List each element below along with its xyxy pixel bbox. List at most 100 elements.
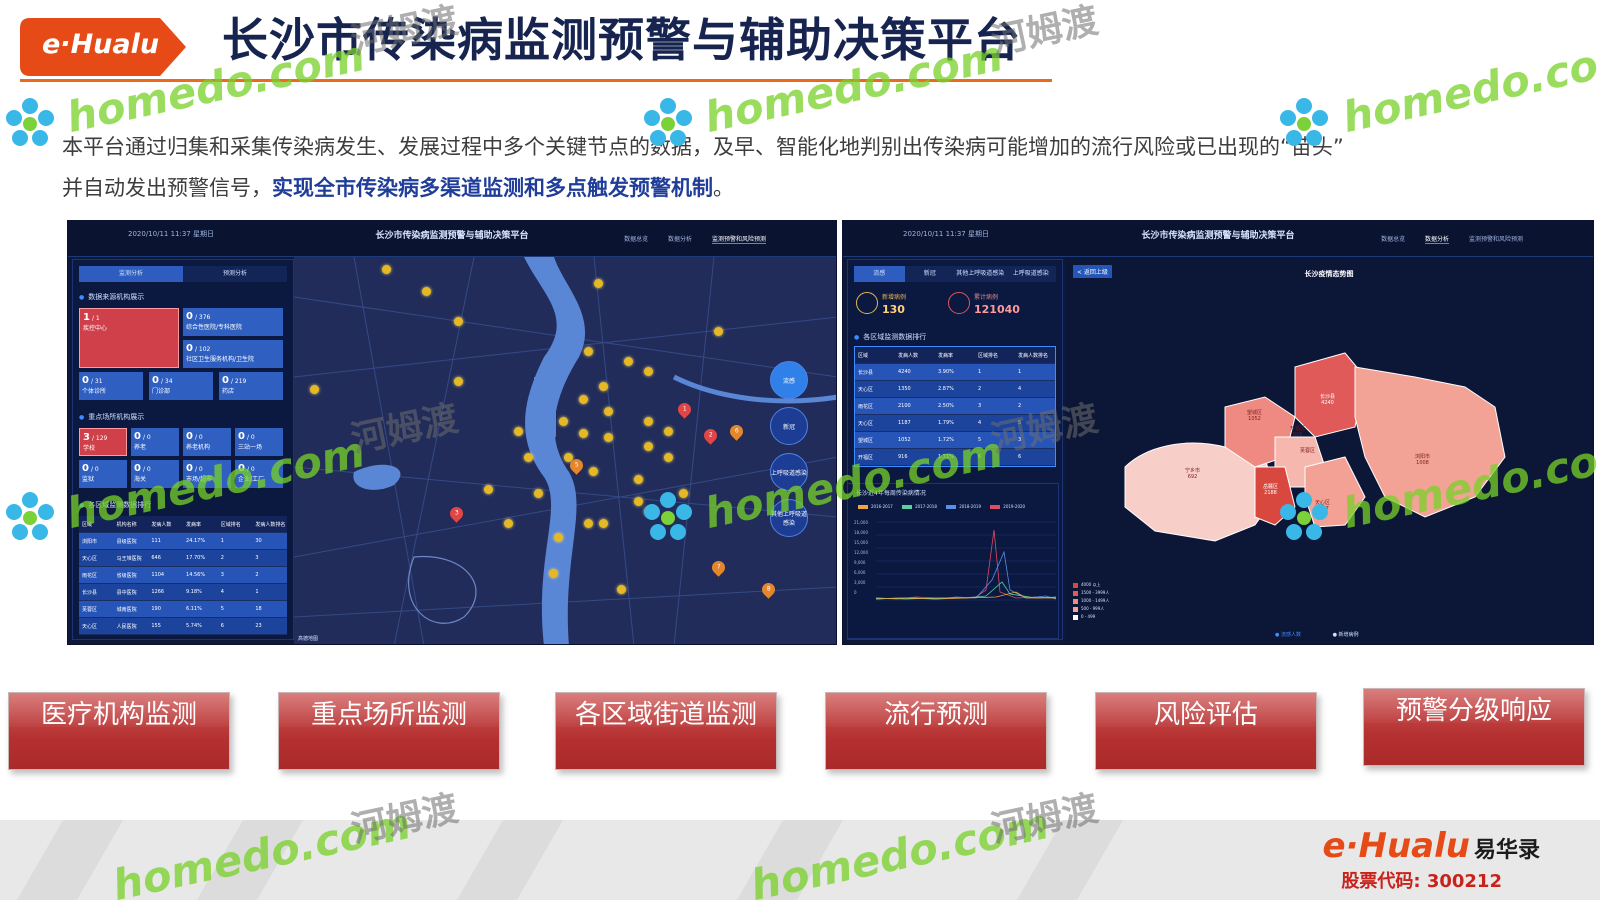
left-nav-item[interactable]: 数据总览	[624, 236, 648, 243]
map-point[interactable]	[454, 317, 463, 326]
map-point[interactable]	[554, 533, 563, 542]
table-row[interactable]: 雨花区 2100 2.50% 3 2	[855, 398, 1055, 415]
map-point[interactable]	[484, 485, 493, 494]
toggle-new-cases[interactable]: 新增病例	[1339, 632, 1359, 638]
table-cell: 155	[151, 623, 161, 629]
map-point[interactable]	[624, 357, 633, 366]
map-point[interactable]	[599, 382, 608, 391]
table-row[interactable]: 天心区 马王堆医院 646 17.70% 2 3	[79, 550, 287, 567]
map-point[interactable]	[454, 377, 463, 386]
tile-outpatient[interactable]: 0/ 34 门诊部	[149, 372, 213, 400]
map-point[interactable]	[514, 427, 523, 436]
tile-place[interactable]: 0/ 0 海关	[131, 460, 179, 488]
toggle-dot-icon: ●	[1275, 632, 1280, 638]
tab-predict[interactable]: 预测分析	[183, 266, 287, 282]
map-point[interactable]	[422, 287, 431, 296]
map-point[interactable]	[534, 489, 543, 498]
map-point[interactable]	[714, 327, 723, 336]
map-point[interactable]	[594, 279, 603, 288]
btn-risk-assessment[interactable]: 风险评估	[1095, 692, 1317, 770]
tile-place[interactable]: 0/ 0 三站一场	[235, 428, 283, 456]
map-pin-label: 3	[454, 510, 459, 518]
watermark-flower-icon	[6, 492, 54, 540]
table-row[interactable]: 浏阳市 县级医院 111 24.17% 1 30	[79, 533, 287, 550]
tile-place[interactable]: 0/ 0 企业/工厂	[235, 460, 283, 488]
map-point[interactable]	[604, 433, 613, 442]
tile-pharmacy[interactable]: 0/ 219 药店	[219, 372, 283, 400]
tile-cdc[interactable]: 1/ 1 疾控中心	[79, 308, 179, 368]
map-bottom-toggles: ● 流感人数 ● 新增病例	[1275, 631, 1359, 638]
left-nav-item[interactable]: 数据分析	[668, 236, 692, 243]
tile-place[interactable]: 0/ 0 监狱	[79, 460, 127, 488]
tab-flu[interactable]: 流感	[854, 266, 905, 282]
table-cell: 6	[220, 623, 224, 629]
right-nav-item-active[interactable]: 数据分析	[1425, 236, 1450, 244]
map-point[interactable]	[584, 519, 593, 528]
map-filter-uri[interactable]: 上呼吸道感染	[770, 453, 808, 491]
table-row[interactable]: 天心区 1187 1.79% 4 5	[855, 415, 1055, 432]
map-point[interactable]	[664, 453, 673, 462]
map-point[interactable]	[679, 489, 688, 498]
tab-covid[interactable]: 新冠	[905, 266, 956, 282]
map-point[interactable]	[504, 519, 513, 528]
map-point[interactable]	[634, 497, 643, 506]
btn-medical-institution-monitoring[interactable]: 医疗机构监测	[8, 692, 230, 770]
table-row[interactable]: 天心区 人民医院 155 5.74% 6 23	[79, 618, 287, 635]
btn-tiered-warning-response[interactable]: 预警分级响应	[1363, 688, 1585, 766]
map-point[interactable]	[644, 507, 653, 516]
tile-place[interactable]: 0/ 0 养老机构	[183, 428, 231, 456]
map-filter-flu[interactable]: 流感	[770, 361, 808, 399]
table-cell: 3	[1018, 437, 1022, 443]
right-choropleth-map[interactable]: 长沙疫情态势图 < 返回上级 宁乡市 692 望城区 1052 开福区 916 长沙县…	[1065, 257, 1593, 644]
table-row[interactable]: 长沙县 4240 3.90% 1 1	[855, 364, 1055, 381]
right-nav-item[interactable]: 监测预警和风险预测	[1469, 236, 1523, 243]
tile-place[interactable]: 0/ 0 市场/超市	[183, 460, 231, 488]
map-point[interactable]	[604, 407, 613, 416]
region-label: 天心区 1187	[1315, 499, 1330, 512]
table-row[interactable]: 天心区 1350 2.87% 2 4	[855, 381, 1055, 398]
btn-district-street-monitoring[interactable]: 各区域街道监测	[555, 692, 777, 770]
map-point[interactable]	[589, 467, 598, 476]
section-data-source: 数据来源机构展示	[79, 292, 144, 302]
map-point[interactable]	[664, 427, 673, 436]
map-point[interactable]	[644, 367, 653, 376]
map-point[interactable]	[549, 569, 558, 578]
map-filter-covid[interactable]: 新冠	[770, 407, 808, 445]
map-point[interactable]	[559, 417, 568, 426]
tile-place[interactable]: 0/ 0 养老	[131, 428, 179, 456]
map-point[interactable]	[524, 453, 533, 462]
btn-key-place-monitoring[interactable]: 重点场所监测	[278, 692, 500, 770]
table-header: 发病人数排名	[255, 521, 286, 528]
map-point[interactable]	[579, 429, 588, 438]
map-point[interactable]	[644, 442, 653, 451]
left-nav-item-active[interactable]: 监测预警和风险预测	[711, 236, 766, 244]
toggle-flu-count[interactable]: 流感人数	[1281, 632, 1301, 638]
title-underline	[20, 79, 1052, 82]
btn-epidemic-prediction[interactable]: 流行预测	[825, 692, 1047, 770]
right-nav-item[interactable]: 数据总览	[1381, 236, 1405, 243]
map-filter-other-uri[interactable]: 其他上呼吸道感染	[770, 499, 808, 537]
map-point[interactable]	[599, 519, 608, 528]
tile-community[interactable]: 0/ 102 社区卫生服务机构/卫生院	[183, 340, 283, 368]
map-point[interactable]	[644, 417, 653, 426]
map-point[interactable]	[584, 347, 593, 356]
tile-school[interactable]: 3/ 129 学校	[79, 428, 127, 456]
tile-clinic[interactable]: 0/ 31 个体诊所	[79, 372, 143, 400]
map-point[interactable]	[634, 475, 643, 484]
table-row[interactable]: 芙蓉区 城南医院 190 6.11% 5 18	[79, 601, 287, 618]
tile-total: / 0	[90, 466, 99, 473]
tile-hospital[interactable]: 0/ 376 综合性医院/专科医院	[183, 308, 283, 336]
table-row[interactable]: 长沙县 县中医院 1266 9.18% 4 1	[79, 584, 287, 601]
tab-uri[interactable]: 上呼吸道感染	[1006, 266, 1057, 282]
map-point[interactable]	[382, 265, 391, 274]
table-cell: 2	[255, 572, 259, 578]
map-point[interactable]	[310, 385, 319, 394]
left-city-map[interactable]: 5 3 7 8 2 6 1 流感 新冠 上呼吸道感染 其他上呼吸道感染 高德地图	[294, 257, 836, 644]
map-point[interactable]	[579, 395, 588, 404]
table-row[interactable]: 开福区 916 1.71% 6 6	[855, 449, 1055, 466]
tab-other-uri[interactable]: 其他上呼吸道感染	[955, 266, 1006, 282]
table-row[interactable]: 雨花区 省级医院 1104 14.56% 3 2	[79, 567, 287, 584]
map-point[interactable]	[617, 585, 626, 594]
tab-monitor[interactable]: 监测分析	[79, 266, 183, 282]
table-row[interactable]: 望城区 1052 1.72% 5 3	[855, 432, 1055, 449]
